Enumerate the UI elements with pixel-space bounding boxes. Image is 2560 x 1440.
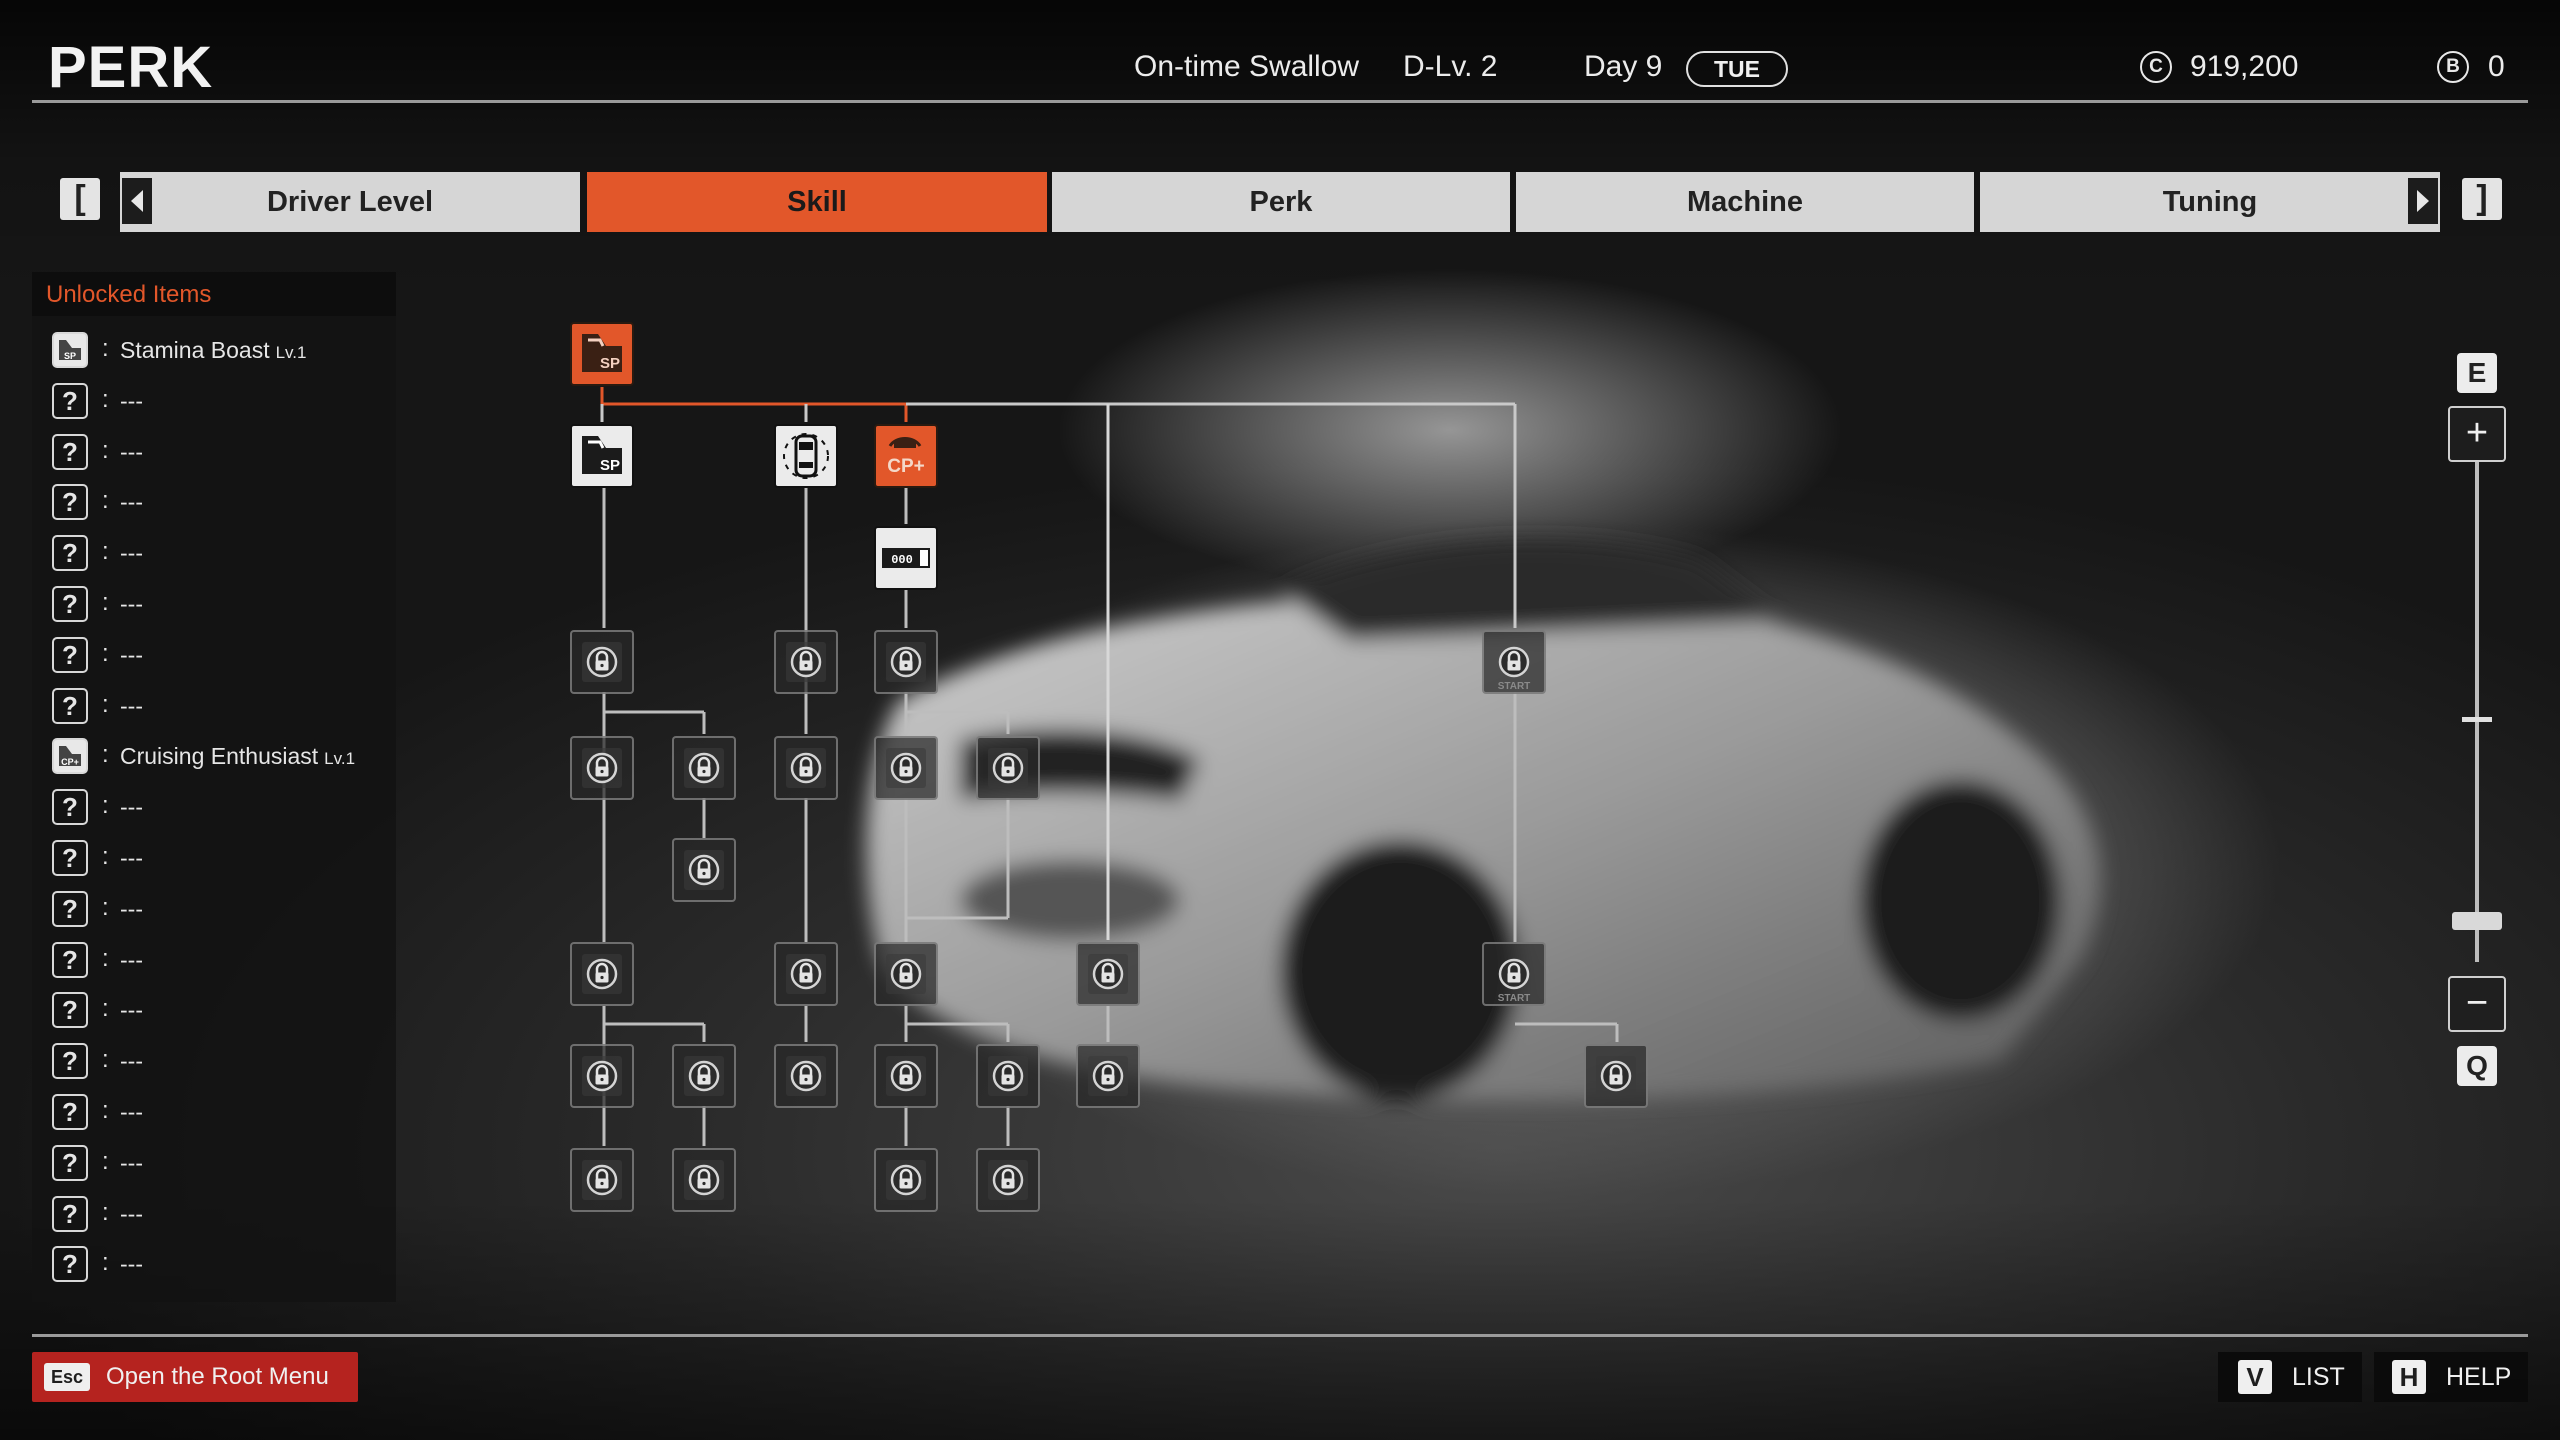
help-label: HELP: [2446, 1363, 2512, 1391]
zoom-in-key[interactable]: E: [2457, 353, 2497, 393]
list-button[interactable]: V LIST: [2218, 1352, 2362, 1402]
esc-key: Esc: [44, 1363, 90, 1391]
locked-perk-node[interactable]: [1076, 942, 1140, 1006]
svg-text:START: START: [1498, 681, 1531, 692]
locked-perk-node[interactable]: [672, 736, 736, 800]
locked-perk-node[interactable]: [976, 736, 1040, 800]
zoom-out-key[interactable]: Q: [2457, 1046, 2497, 1086]
svg-text:SP: SP: [600, 355, 620, 372]
locked-perk-node[interactable]: [1584, 1044, 1648, 1108]
locked-perk-node[interactable]: [874, 736, 938, 800]
zoom-midpoint-tick: [2462, 717, 2492, 722]
locked-perk-node[interactable]: [672, 838, 736, 902]
list-label: LIST: [2292, 1363, 2345, 1391]
zoom-in-button[interactable]: +: [2448, 406, 2506, 462]
locked-perk-node[interactable]: [570, 1044, 634, 1108]
cp-plus-node[interactable]: CP+: [874, 424, 938, 488]
locked-perk-node[interactable]: [672, 1148, 736, 1212]
zoom-slider-thumb[interactable]: [2452, 912, 2502, 930]
locked-start-node[interactable]: START: [1482, 942, 1546, 1006]
open-root-menu-button[interactable]: Esc Open the Root Menu: [32, 1352, 358, 1402]
svg-text:START: START: [1498, 993, 1531, 1004]
sp-root-node[interactable]: SP: [570, 322, 634, 386]
help-button[interactable]: H HELP: [2374, 1352, 2528, 1402]
counter-node[interactable]: 000: [874, 526, 938, 590]
locked-perk-node[interactable]: [774, 630, 838, 694]
locked-perk-node[interactable]: [774, 1044, 838, 1108]
locked-perk-node[interactable]: [774, 942, 838, 1006]
zoom-track[interactable]: [2475, 462, 2479, 962]
perk-tree: [600, 387, 1619, 1146]
locked-perk-node[interactable]: [570, 630, 634, 694]
locked-perk-node[interactable]: [874, 942, 938, 1006]
locked-perk-node[interactable]: [570, 942, 634, 1006]
svg-text:SP: SP: [600, 457, 620, 474]
locked-perk-node[interactable]: [874, 1148, 938, 1212]
locked-perk-node[interactable]: [774, 736, 838, 800]
locked-perk-node[interactable]: [570, 1148, 634, 1212]
help-key: H: [2392, 1360, 2426, 1394]
svg-text:000: 000: [891, 553, 913, 567]
footer-divider: [32, 1334, 2528, 1337]
locked-start-node[interactable]: START: [1482, 630, 1546, 694]
svg-text:CP+: CP+: [887, 456, 925, 477]
root-menu-label: Open the Root Menu: [106, 1363, 329, 1390]
locked-perk-node[interactable]: [672, 1044, 736, 1108]
sp-stamina-node[interactable]: SP: [570, 424, 634, 488]
locked-perk-node[interactable]: [976, 1148, 1040, 1212]
locked-perk-node[interactable]: [1076, 1044, 1140, 1108]
locked-perk-node[interactable]: [570, 736, 634, 800]
locked-perk-node[interactable]: [874, 1044, 938, 1108]
locked-perk-node[interactable]: [976, 1044, 1040, 1108]
car-body-node[interactable]: [774, 424, 838, 488]
list-key: V: [2238, 1360, 2272, 1394]
locked-perk-node[interactable]: [874, 630, 938, 694]
zoom-out-button[interactable]: −: [2448, 976, 2506, 1032]
